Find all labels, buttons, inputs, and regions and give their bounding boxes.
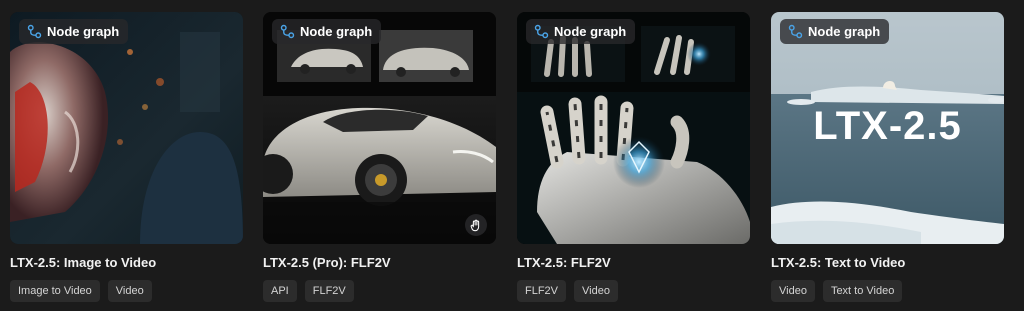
- card-thumbnail[interactable]: Node graph: [263, 12, 496, 244]
- thumbnail-overlay-text: LTX-2.5: [813, 104, 962, 148]
- card-thumbnail[interactable]: Node graph LTX-2.5: [771, 12, 1004, 244]
- node-graph-badge: Node graph: [272, 19, 382, 44]
- template-card[interactable]: Node graph LTX-2.5 LTX-2.5: Text to Vide…: [771, 12, 1004, 302]
- badge-label: Node graph: [808, 24, 881, 39]
- card-title[interactable]: LTX-2.5: Image to Video: [10, 255, 156, 270]
- node-graph-badge: Node graph: [19, 19, 129, 44]
- node-graph-icon: [27, 24, 42, 39]
- card-title[interactable]: LTX-2.5: Text to Video: [771, 255, 905, 270]
- tag[interactable]: Video: [107, 280, 152, 302]
- node-graph-icon: [788, 24, 803, 39]
- tag-list: Video Text to Video: [771, 280, 903, 302]
- card-thumbnail[interactable]: Node graph: [517, 12, 750, 244]
- template-card[interactable]: Node graph LTX-2.5: FLF2V FLF2V Video: [517, 12, 750, 302]
- tag[interactable]: Video: [771, 280, 815, 302]
- thumbnail-image: [517, 12, 750, 244]
- badge-label: Node graph: [300, 24, 373, 39]
- tag[interactable]: Image to Video: [10, 280, 100, 302]
- api-hand-icon: [470, 219, 480, 232]
- tag[interactable]: Text to Video: [822, 280, 903, 302]
- node-graph-badge: Node graph: [780, 19, 890, 44]
- node-graph-badge: Node graph: [526, 19, 636, 44]
- tag-list: Image to Video Video: [10, 280, 152, 302]
- card-thumbnail[interactable]: Node graph: [10, 12, 243, 244]
- tag[interactable]: Video: [574, 280, 618, 302]
- badge-label: Node graph: [47, 24, 120, 39]
- thumbnail-image: [263, 12, 496, 244]
- tag-list: FLF2V Video: [517, 280, 618, 302]
- template-card[interactable]: Node graph LTX-2.5 (Pro): FLF2V API FLF2…: [263, 12, 496, 302]
- tag[interactable]: FLF2V: [517, 280, 567, 302]
- tag-list: API FLF2V: [263, 280, 354, 302]
- badge-label: Node graph: [554, 24, 627, 39]
- node-graph-icon: [534, 24, 549, 39]
- card-title[interactable]: LTX-2.5: FLF2V: [517, 255, 611, 270]
- thumbnail-image: [10, 12, 243, 244]
- tag[interactable]: FLF2V: [304, 280, 354, 302]
- template-card[interactable]: Node graph LTX-2.5: Image to Video Image…: [10, 12, 243, 302]
- card-title[interactable]: LTX-2.5 (Pro): FLF2V: [263, 255, 391, 270]
- api-badge: [465, 214, 487, 236]
- node-graph-icon: [280, 24, 295, 39]
- tag[interactable]: API: [263, 280, 297, 302]
